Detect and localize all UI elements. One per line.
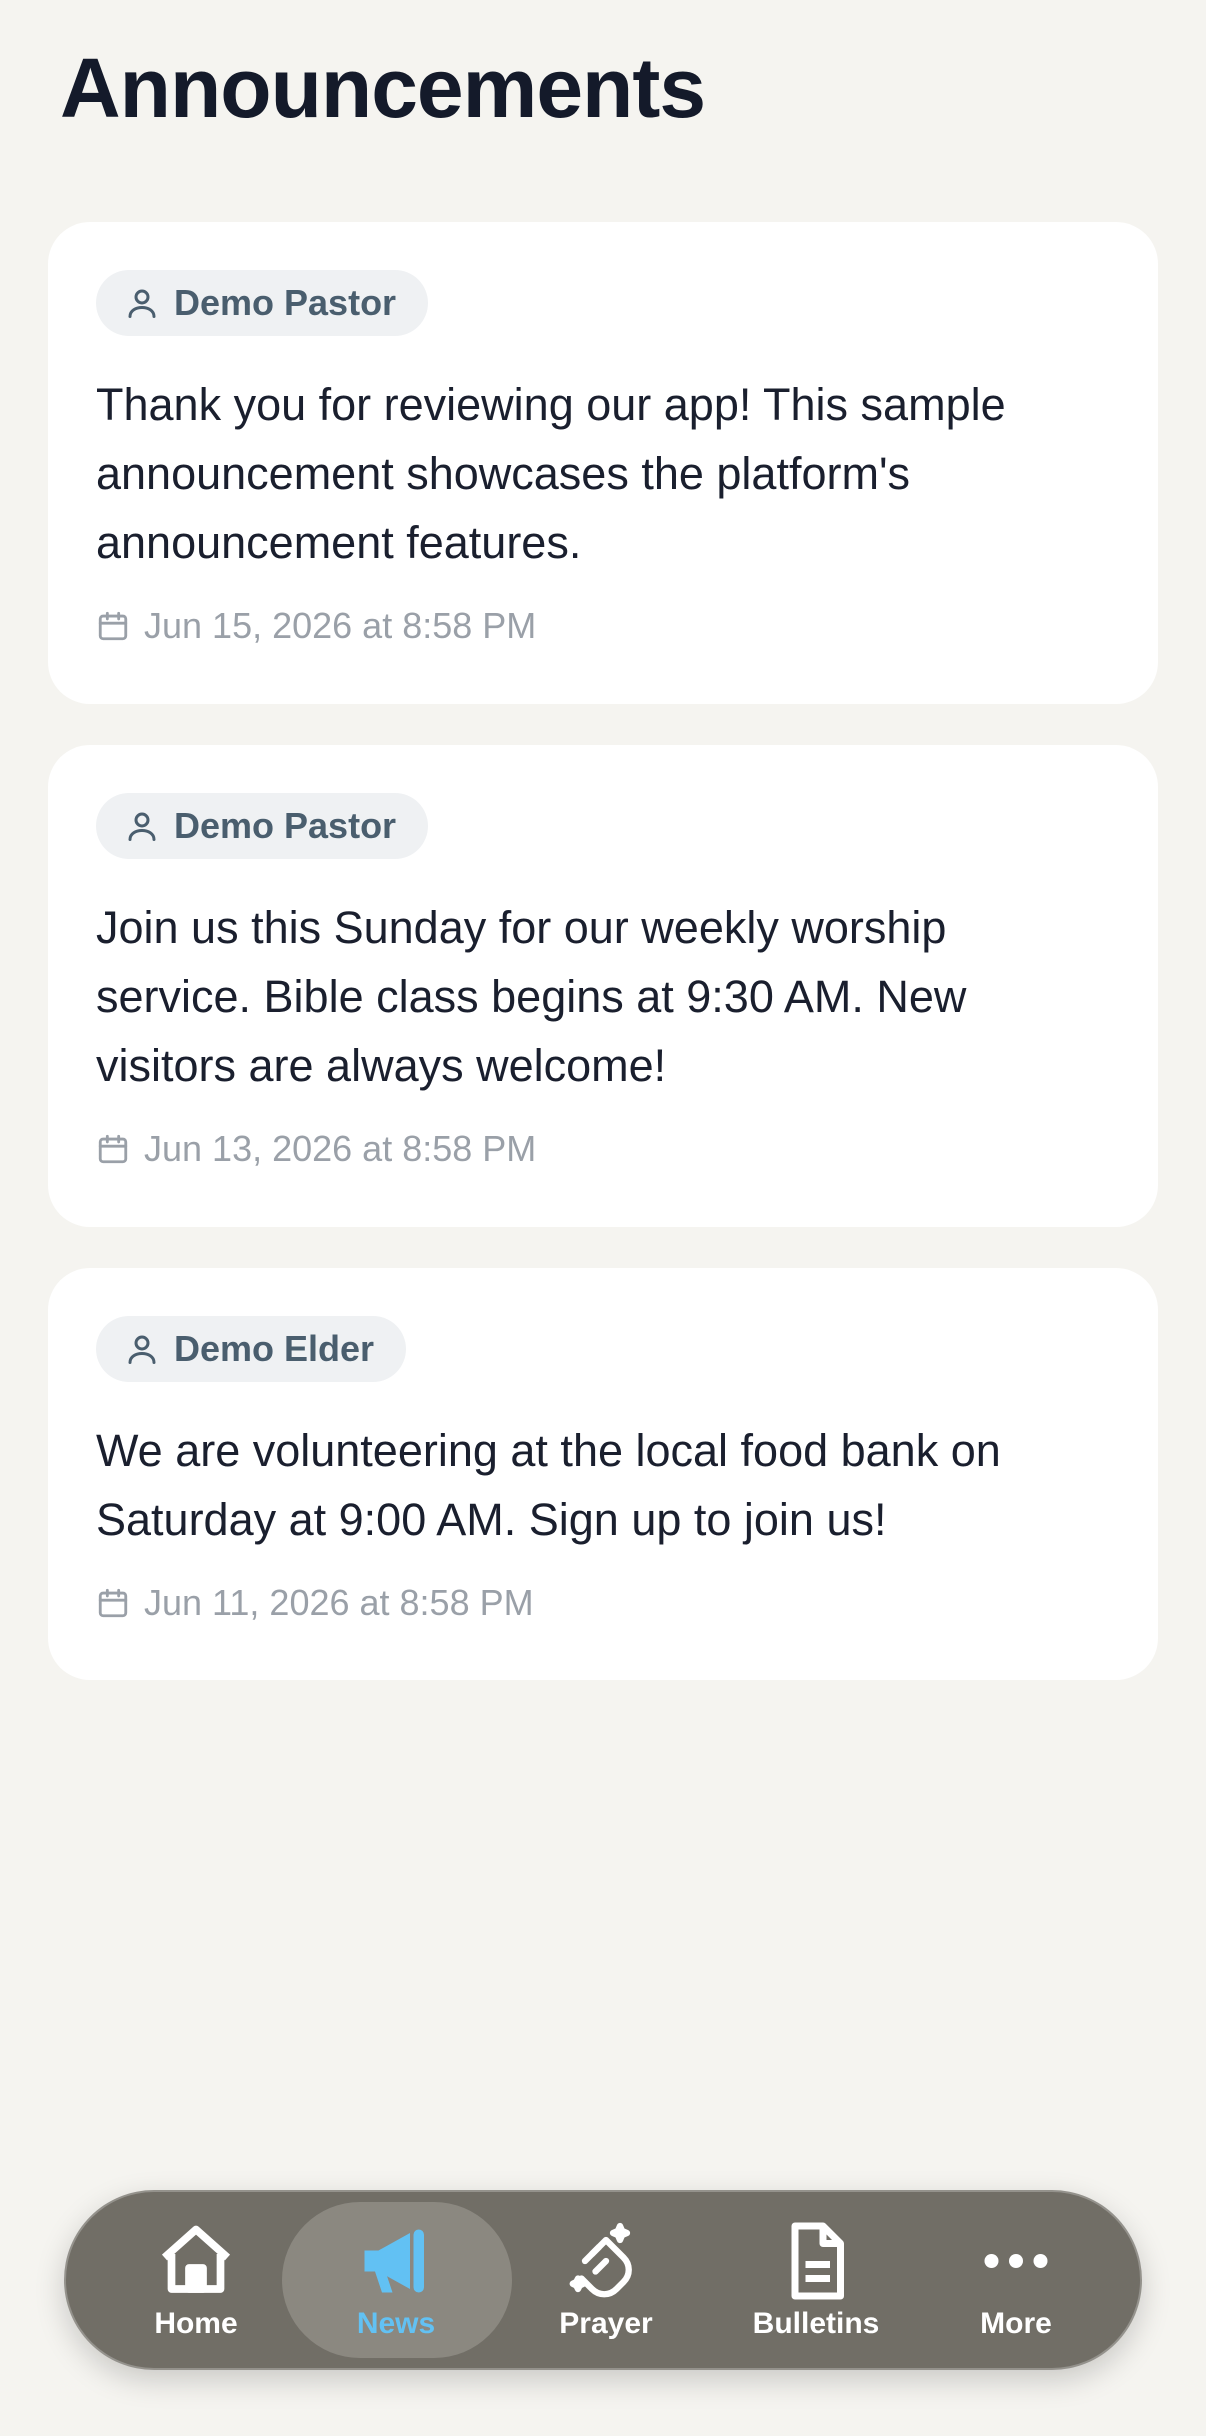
tab-label: Home: [154, 2307, 238, 2340]
announcement-date: Jun 15, 2026 at 8:58 PM: [96, 605, 1110, 647]
page-title: Announcements: [60, 41, 706, 135]
more-dots-icon: [984, 2254, 1048, 2268]
tab-label: More: [980, 2307, 1052, 2340]
bottom-tab-bar: Home News Prayer Bulletins More: [64, 2190, 1142, 2370]
calendar-icon: [98, 1588, 128, 1618]
tab-label: News: [356, 2307, 436, 2340]
person-icon: [128, 289, 156, 318]
date-text: Jun 15, 2026 at 8:58 PM: [144, 605, 537, 646]
tab-label: Prayer: [559, 2307, 653, 2340]
announcement-card[interactable]: Demo Pastor Join us this Sunday for our …: [48, 745, 1158, 1227]
author-name: Demo Elder: [174, 1328, 375, 1369]
praying-hands-icon: [569, 2222, 632, 2298]
author-chip: Demo Pastor: [96, 270, 429, 336]
person-icon: [128, 812, 156, 841]
date-text: Jun 11, 2026 at 8:58 PM: [144, 1582, 534, 1623]
author-chip: Demo Pastor: [96, 793, 429, 859]
date-text: Jun 13, 2026 at 8:58 PM: [144, 1128, 537, 1169]
tab-more[interactable]: More: [946, 2192, 1086, 2368]
announcement-text: Join us this Sunday for our weekly worsh…: [96, 902, 967, 1091]
announcement-date: Jun 13, 2026 at 8:58 PM: [96, 1128, 1110, 1170]
calendar-icon: [98, 611, 128, 641]
tab-prayer[interactable]: Prayer: [536, 2192, 676, 2368]
megaphone-icon: [364, 2229, 424, 2293]
tab-bulletins[interactable]: Bulletins: [736, 2192, 896, 2368]
tab-news[interactable]: News: [316, 2192, 476, 2368]
person-icon: [128, 1335, 156, 1364]
announcement-text: Thank you for reviewing our app! This sa…: [96, 379, 1006, 568]
announcement-card[interactable]: Demo Elder We are volunteering at the lo…: [48, 1268, 1158, 1680]
announcement-date: Jun 11, 2026 at 8:58 PM: [96, 1582, 1110, 1624]
author-name: Demo Pastor: [174, 282, 397, 323]
author-name: Demo Pastor: [174, 805, 397, 846]
announcement-card[interactable]: Demo Pastor Thank you for reviewing our …: [48, 222, 1158, 704]
calendar-icon: [98, 1134, 128, 1164]
announcement-text: We are volunteering at the local food ba…: [96, 1425, 1001, 1545]
author-chip: Demo Elder: [96, 1316, 407, 1382]
document-icon: [791, 2222, 844, 2300]
tab-label: Bulletins: [752, 2307, 880, 2340]
home-icon: [161, 2225, 231, 2293]
tab-home[interactable]: Home: [126, 2192, 266, 2368]
